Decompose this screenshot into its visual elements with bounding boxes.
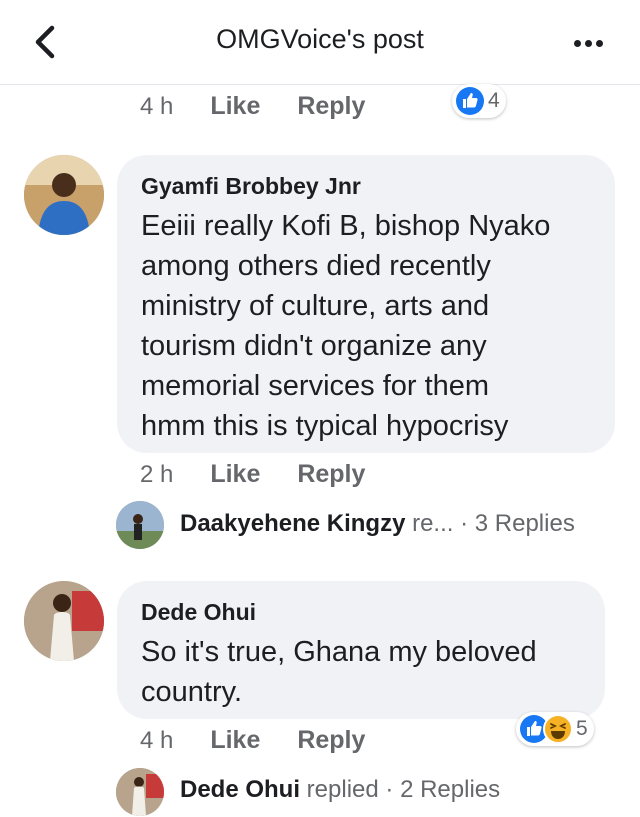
comment-author[interactable]: Dede Ohui [141,599,581,626]
comment-bubble: Dede Ohui So it's true, Ghana my beloved… [117,581,605,719]
reaction-summary[interactable]: 4 [452,84,506,118]
like-link[interactable]: Like [210,460,260,488]
comment-text: Eeiii really Kofi B, bishop Nyako among … [141,210,551,442]
comment-actions: 2 h Like Reply [140,460,365,489]
avatar-image [24,581,104,661]
avatar[interactable] [116,768,164,816]
comment-time: 4 h [140,727,174,754]
page-title: OMGVoice's post [216,24,424,54]
reply-link[interactable]: Reply [297,92,365,120]
comment-author[interactable]: Gyamfi Brobbey Jnr [141,173,591,200]
replies-preview[interactable]: Dede Ohui replied · 2 Replies [180,776,500,804]
comment-actions: 4 h Like Reply [140,92,365,121]
reaction-count: 4 [488,89,500,112]
replies-count-link[interactable]: · 3 Replies [453,510,575,537]
avatar[interactable] [24,581,104,661]
comment-text: So it's true, Ghana my beloved country. [141,636,537,708]
comment-time: 2 h [140,461,174,488]
comment-bubble: Gyamfi Brobbey Jnr Eeiii really Kofi B, … [117,155,615,453]
replies-count-link[interactable]: · 2 Replies [379,776,500,803]
avatar[interactable] [116,501,164,549]
like-link[interactable]: Like [210,92,260,120]
comment-time: 4 h [140,93,174,120]
avatar-image [116,768,164,816]
like-link[interactable]: Like [210,726,260,754]
dot-icon [585,40,592,47]
dot-icon [596,40,603,47]
more-options-button[interactable] [574,34,614,48]
reaction-count: 5 [576,717,588,740]
like-reaction-icon [456,87,484,115]
reply-link[interactable]: Reply [297,460,365,488]
avatar-image [24,155,104,235]
comment-actions: 4 h Like Reply [140,726,365,755]
avatar-image [116,501,164,549]
replies-preview[interactable]: Daakyehene Kingzy re... · 3 Replies [180,510,575,538]
dot-icon [574,40,581,47]
post-header: OMGVoice's post [0,0,640,85]
reply-link[interactable]: Reply [297,726,365,754]
avatar[interactable] [24,155,104,235]
haha-reaction-icon [543,714,573,744]
reaction-summary[interactable]: 5 [516,712,594,746]
